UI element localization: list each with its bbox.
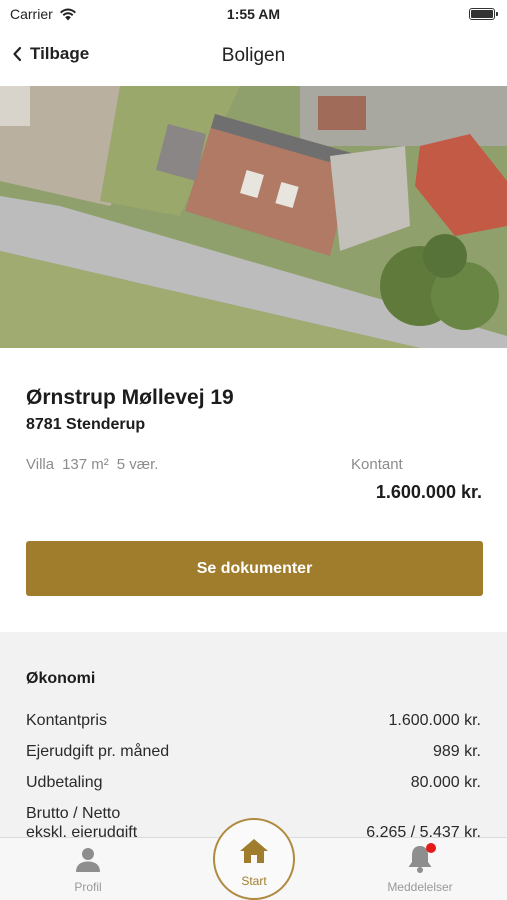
economy-row-label: ekskl. ejerudgift <box>26 824 138 837</box>
battery-icon <box>469 8 498 20</box>
tab-profile-label: Profil <box>74 880 102 894</box>
property-facts: Villa 137 m² 5 vær. <box>26 456 158 473</box>
economy-row-value: 989 kr. <box>432 743 481 760</box>
see-documents-button[interactable]: Se dokumenter <box>26 541 483 596</box>
economy-row-value: 80.000 kr. <box>410 774 481 791</box>
person-icon <box>76 848 100 872</box>
property-rooms: 5 vær. <box>116 456 159 473</box>
property-address: Ørnstrup Møllevej 19 <box>26 386 234 409</box>
economy-row-label: Ejerudgift pr. måned <box>26 743 170 760</box>
property-city: 8781 Stenderup <box>26 416 146 433</box>
property-aerial-photo <box>0 86 507 348</box>
property-type: Villa <box>26 456 55 473</box>
property-summary: Ørnstrup Møllevej 19 8781 Stenderup Vill… <box>0 348 507 632</box>
tab-start[interactable]: Start <box>213 818 295 900</box>
home-icon <box>240 839 268 863</box>
price-value: 1.600.000 kr. <box>375 482 482 502</box>
economy-row-label: Udbetaling <box>26 774 103 791</box>
tab-messages-label: Meddelelser <box>387 880 453 894</box>
property-area: 137 m² <box>62 456 109 473</box>
status-bar: Carrier 1:55 AM <box>0 0 507 28</box>
economy-section: Økonomi Kontantpris 1.600.000 kr. Ejerud… <box>0 632 507 837</box>
economy-row-value: 1.600.000 kr. <box>388 712 481 729</box>
clock: 1:55 AM <box>226 6 281 22</box>
page-title: Boligen <box>221 45 286 66</box>
economy-heading: Økonomi <box>26 670 96 687</box>
economy-row-label: Kontantpris <box>26 712 107 729</box>
tab-profile[interactable]: Profil <box>28 838 148 900</box>
tab-start-label: Start <box>241 874 267 888</box>
price-label: Kontant <box>351 456 403 473</box>
tab-messages[interactable]: Meddelelser <box>360 838 480 900</box>
notification-badge <box>426 843 436 853</box>
economy-row-value: 6.265 / 5.437 kr. <box>366 824 481 837</box>
economy-row-label: Brutto / Netto <box>26 805 121 822</box>
navigation-bar: Tilbage Boligen <box>0 28 507 86</box>
